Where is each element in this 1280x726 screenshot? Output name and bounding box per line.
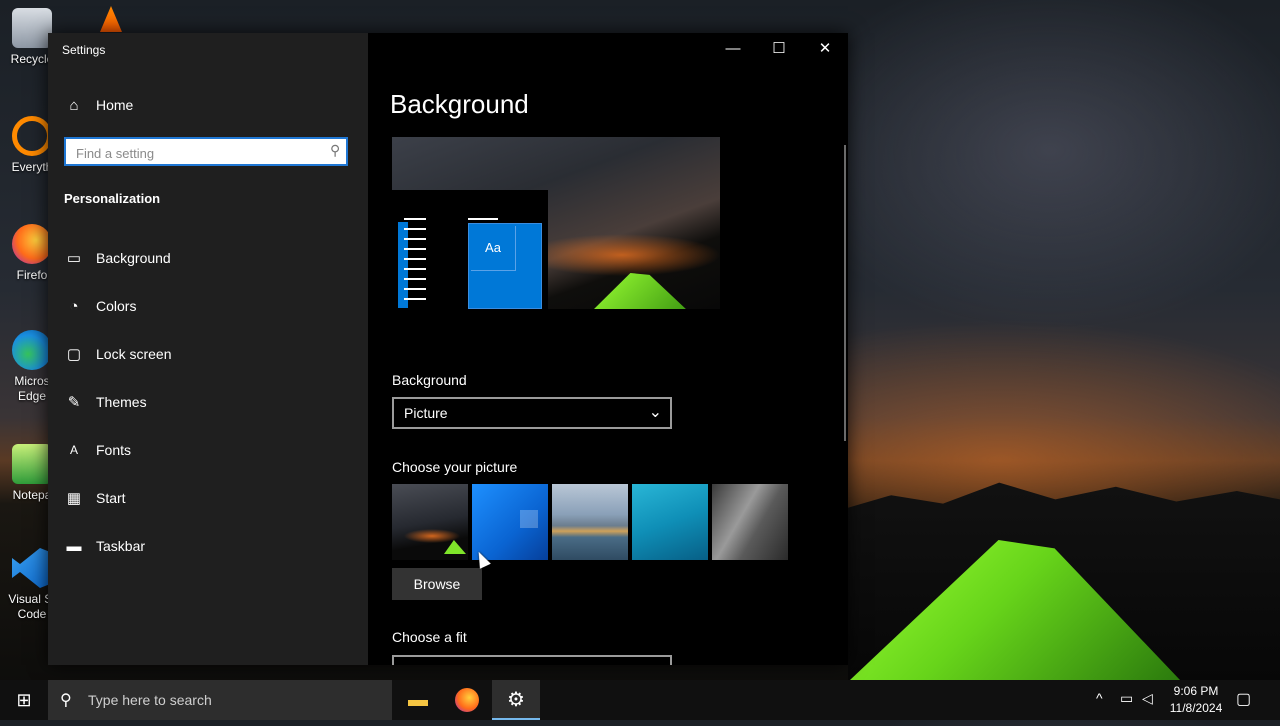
settings-content: — ☐ ✕ Background Aa Background Picture ⌄… — [368, 33, 848, 665]
sidebar-item-lock-screen[interactable]: ▢ Lock screen — [48, 334, 368, 374]
clock[interactable]: 9:06 PM 11/8/2024 — [1164, 683, 1228, 717]
settings-window: Settings ⌂ Home ⚲ Personalization ▭ Back… — [48, 33, 848, 665]
section-heading: Personalization — [64, 191, 161, 206]
browse-button[interactable]: Browse — [392, 568, 482, 600]
clock-time: 9:06 PM — [1173, 684, 1219, 698]
sidebar-item-home[interactable]: ⌂ Home — [48, 85, 368, 125]
settings-taskbar-button[interactable]: ⚙ — [492, 680, 540, 720]
preview-tile-text: Aa — [471, 226, 516, 271]
preview-desktop-mock: Aa — [392, 190, 548, 309]
recycle-bin-icon — [12, 8, 52, 48]
firefox-icon — [12, 224, 52, 264]
edge-icon — [12, 330, 52, 370]
scrollbar[interactable] — [844, 145, 846, 441]
sidebar-item-start[interactable]: ▦ Start — [48, 478, 368, 518]
taskbar: ⊞ ⚲ Type here to search ▬ ⚙ ^ ▭ ◁ 9:06 P… — [0, 680, 1280, 720]
themes-icon: ✎ — [67, 394, 81, 411]
file-explorer-icon[interactable]: ▬ — [394, 680, 442, 720]
picture-thumbnail[interactable] — [392, 484, 468, 560]
sidebar-item-label: Colors — [96, 298, 137, 314]
sidebar-item-label: Lock screen — [96, 346, 172, 362]
sidebar-item-taskbar[interactable]: ▬ Taskbar — [48, 526, 368, 566]
sidebar-item-label: Fonts — [96, 442, 132, 458]
chevron-down-icon: ⌄ — [648, 404, 662, 421]
sidebar-item-label: Themes — [96, 394, 147, 410]
clock-date: 11/8/2024 — [1169, 701, 1223, 715]
firefox-icon — [455, 688, 479, 712]
search-icon: ⚲ — [60, 692, 72, 709]
window-title: Settings — [62, 43, 106, 57]
search-icon[interactable]: ⚲ — [330, 142, 340, 159]
picture-thumbnail[interactable] — [552, 484, 628, 560]
taskbar-icon: ▬ — [66, 537, 82, 555]
everything-icon — [12, 116, 52, 156]
sidebar-item-label: Start — [96, 490, 126, 506]
palette-icon: ◔ — [69, 297, 79, 315]
start-icon: ▦ — [66, 490, 82, 507]
notepad-icon — [12, 444, 52, 484]
taskbar-search[interactable]: ⚲ Type here to search — [48, 680, 392, 720]
picture-thumbnails — [392, 484, 792, 560]
maximize-button[interactable]: ☐ — [756, 33, 802, 65]
vscode-icon — [12, 548, 52, 588]
settings-icon: ⚙ — [507, 689, 525, 711]
sidebar-item-fonts[interactable]: A Fonts — [48, 430, 368, 470]
choose-picture-label: Choose your picture — [392, 459, 518, 475]
background-dropdown[interactable]: Picture ⌄ — [392, 397, 672, 429]
sidebar-item-label: Home — [96, 97, 134, 113]
lock-screen-icon: ▢ — [66, 346, 82, 363]
home-icon: ⌂ — [69, 96, 79, 114]
choose-fit-label: Choose a fit — [392, 629, 467, 645]
sidebar-item-themes[interactable]: ✎ Themes — [48, 382, 368, 422]
picture-thumbnail[interactable] — [712, 484, 788, 560]
notification-icon[interactable]: ▢ — [1236, 689, 1251, 709]
search-box[interactable]: ⚲ — [64, 137, 348, 166]
sidebar-item-label: Background — [96, 250, 171, 266]
taskbar-search-placeholder: Type here to search — [88, 692, 212, 708]
background-dropdown-value: Picture — [404, 405, 448, 421]
network-icon[interactable]: ▭ — [1120, 690, 1133, 707]
volume-muted-icon[interactable]: ◁ — [1142, 690, 1153, 707]
fit-dropdown[interactable] — [392, 655, 672, 665]
page-title: Background — [390, 89, 529, 119]
settings-sidebar: Settings ⌂ Home ⚲ Personalization ▭ Back… — [48, 33, 368, 665]
background-preview: Aa — [392, 137, 720, 309]
sidebar-item-colors[interactable]: ◔ Colors — [48, 286, 368, 326]
picture-icon: ▭ — [66, 250, 82, 267]
search-input[interactable] — [74, 143, 318, 163]
preview-tent — [592, 273, 688, 309]
minimize-button[interactable]: — — [710, 33, 756, 65]
close-button[interactable]: ✕ — [802, 33, 848, 65]
chevron-up-icon[interactable]: ^ — [1096, 690, 1103, 706]
background-label: Background — [392, 372, 467, 388]
vlc-icon[interactable] — [100, 6, 122, 32]
firefox-taskbar-button[interactable] — [443, 680, 491, 720]
picture-thumbnail[interactable] — [632, 484, 708, 560]
sidebar-item-background[interactable]: ▭ Background — [48, 238, 368, 278]
start-button[interactable]: ⊞ — [0, 680, 48, 720]
fonts-icon: A — [69, 443, 78, 457]
sidebar-item-label: Taskbar — [96, 538, 146, 554]
preview-tiles: Aa — [468, 223, 542, 309]
